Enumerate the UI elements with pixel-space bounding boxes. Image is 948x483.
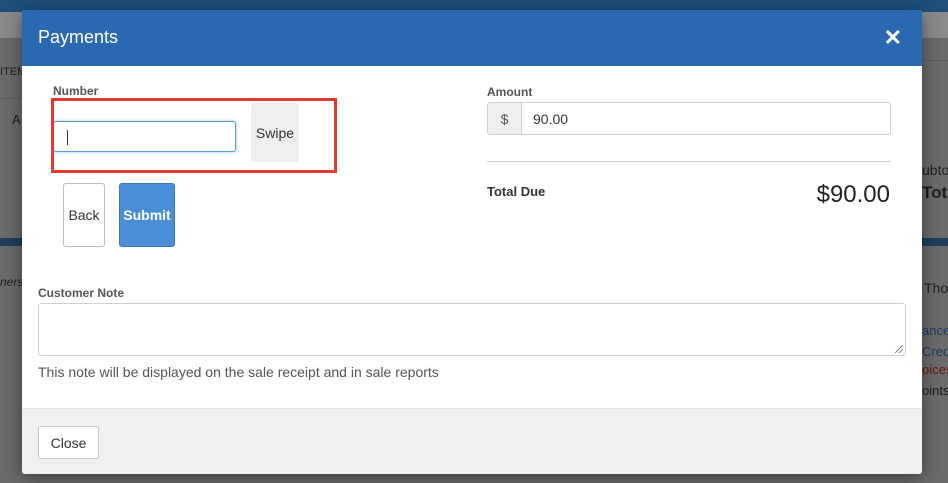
divider — [487, 161, 891, 162]
amount-input[interactable]: 90.00 — [533, 111, 568, 127]
background-text-fragment: Tot — [922, 183, 948, 202]
currency-addon: $ — [488, 103, 522, 134]
background-text-fragment: A — [12, 112, 21, 127]
card-number-input[interactable] — [53, 121, 236, 152]
close-button[interactable]: Close — [38, 426, 99, 459]
background-text-fragment: ance — [922, 323, 948, 338]
background-divider — [0, 98, 22, 99]
modal-header: Payments ✕ — [22, 10, 922, 66]
background-text-fragment: Tho — [924, 280, 948, 296]
customer-note-label: Customer Note — [38, 286, 125, 300]
number-label: Number — [53, 84, 99, 98]
total-due-value: $90.00 — [816, 181, 890, 208]
resize-grip-icon[interactable] — [895, 345, 903, 353]
customer-note-textarea[interactable] — [38, 303, 906, 356]
customer-note-help-text: This note will be displayed on the sale … — [38, 364, 439, 380]
background-divider — [922, 60, 948, 61]
payments-modal: Payments ✕ Number Swipe Back Submit Amou… — [22, 10, 922, 474]
amount-label: Amount — [487, 85, 533, 99]
swipe-button[interactable]: Swipe — [251, 103, 299, 162]
background-text-fragment: Credi — [922, 344, 948, 359]
amount-input-group: $ 90.00 — [487, 102, 891, 135]
close-icon[interactable]: ✕ — [884, 27, 902, 49]
text-cursor — [67, 130, 68, 145]
background-text-fragment: oices — [922, 362, 948, 377]
total-due-label: Total Due — [487, 184, 546, 199]
modal-footer: Close — [22, 408, 922, 474]
modal-title: Payments — [38, 27, 119, 47]
background-text-fragment: ubto — [922, 162, 948, 178]
background-text-fragment: oints — [922, 383, 948, 398]
submit-button[interactable]: Submit — [119, 183, 175, 247]
background-text-fragment: ners — [0, 275, 24, 289]
back-button[interactable]: Back — [63, 183, 105, 247]
